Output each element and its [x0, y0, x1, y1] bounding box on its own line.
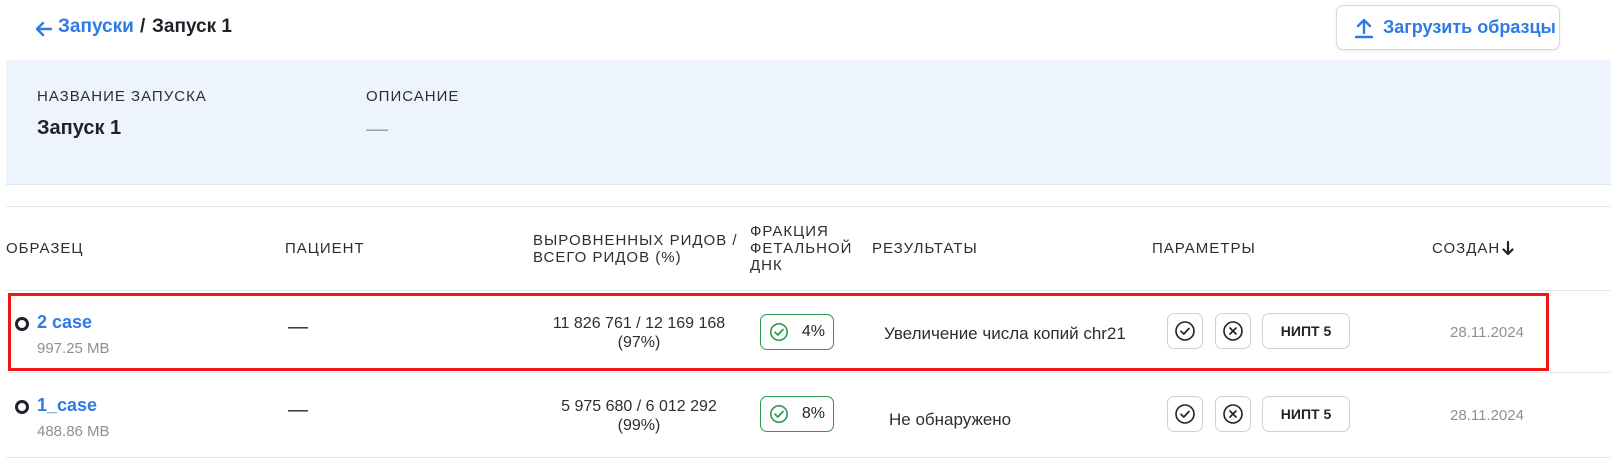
run-info-panel	[6, 60, 1611, 185]
table-bottom-divider	[6, 457, 1611, 458]
patient-value: —	[288, 399, 308, 421]
upload-samples-label: Загрузить образцы	[1383, 17, 1556, 37]
description-value: —	[366, 116, 388, 141]
approve-button[interactable]	[1167, 396, 1203, 432]
sample-link[interactable]: 1_case	[37, 395, 97, 416]
header-reads-line1: ВЫРОВНЕННЫХ РИДОВ /	[533, 232, 738, 249]
reads-percent: (99%)	[617, 417, 661, 434]
header-ff-line3: ДНК	[750, 257, 783, 274]
x-circle-icon	[1223, 404, 1243, 424]
row-highlight-frame	[8, 293, 1549, 371]
upload-samples-button[interactable]: Загрузить образцы	[1336, 5, 1560, 50]
table-header-divider	[6, 290, 1611, 291]
params-button[interactable]: НИПТ 5	[1262, 396, 1350, 432]
row-divider	[6, 372, 1611, 373]
created-date: 28.11.2024	[1450, 407, 1524, 424]
breadcrumb-separator: /	[140, 16, 146, 37]
arrow-down-icon	[1502, 241, 1514, 256]
fetal-fraction-value: 8%	[801, 405, 825, 422]
run-name-value: Запуск 1	[37, 117, 122, 139]
run-name-label: НАЗВАНИЕ ЗАПУСКА	[37, 88, 207, 105]
header-created[interactable]: СОЗДАН	[1432, 240, 1514, 257]
header-params[interactable]: ПАРАМЕТРЫ	[1152, 240, 1256, 257]
status-dot	[15, 400, 29, 414]
description-label: ОПИСАНИЕ	[366, 88, 460, 105]
result-text: Не обнаружено	[889, 410, 1012, 429]
params-button-label: НИПТ 5	[1280, 406, 1332, 422]
check-circle-icon	[1175, 404, 1195, 424]
header-results[interactable]: РЕЗУЛЬТАТЫ	[872, 240, 978, 257]
reject-button[interactable]	[1215, 396, 1251, 432]
upload-icon	[1354, 18, 1374, 38]
header-ff-line2: ФЕТАЛЬНОЙ	[750, 240, 853, 257]
fetal-fraction-badge: 8%	[760, 396, 834, 432]
breadcrumb-runs-link[interactable]: Запуски	[58, 16, 134, 38]
back-arrow-icon[interactable]	[34, 18, 54, 40]
header-created-label: СОЗДАН	[1432, 240, 1501, 257]
breadcrumb-current: Запуск 1	[152, 16, 232, 37]
header-patient[interactable]: ПАЦИЕНТ	[285, 240, 365, 257]
header-reads-line2: ВСЕГО РИДОВ (%)	[533, 249, 682, 266]
header-reads[interactable]: ВЫРОВНЕННЫХ РИДОВ / ВСЕГО РИДОВ (%)	[533, 232, 738, 266]
sample-size: 488.86 MB	[37, 423, 110, 440]
header-sample[interactable]: ОБРАЗЕЦ	[6, 240, 84, 257]
check-circle-icon	[770, 405, 788, 423]
reads-counts: 5 975 680 / 6 012 292	[561, 398, 717, 415]
table-top-divider	[6, 206, 1611, 207]
reads-cell: 5 975 680 / 6 012 292 (99%)	[519, 397, 759, 435]
header-fetal-fraction[interactable]: ФРАКЦИЯ ФЕТАЛЬНОЙ ДНК	[750, 223, 852, 274]
header-ff-line1: ФРАКЦИЯ	[750, 223, 829, 240]
